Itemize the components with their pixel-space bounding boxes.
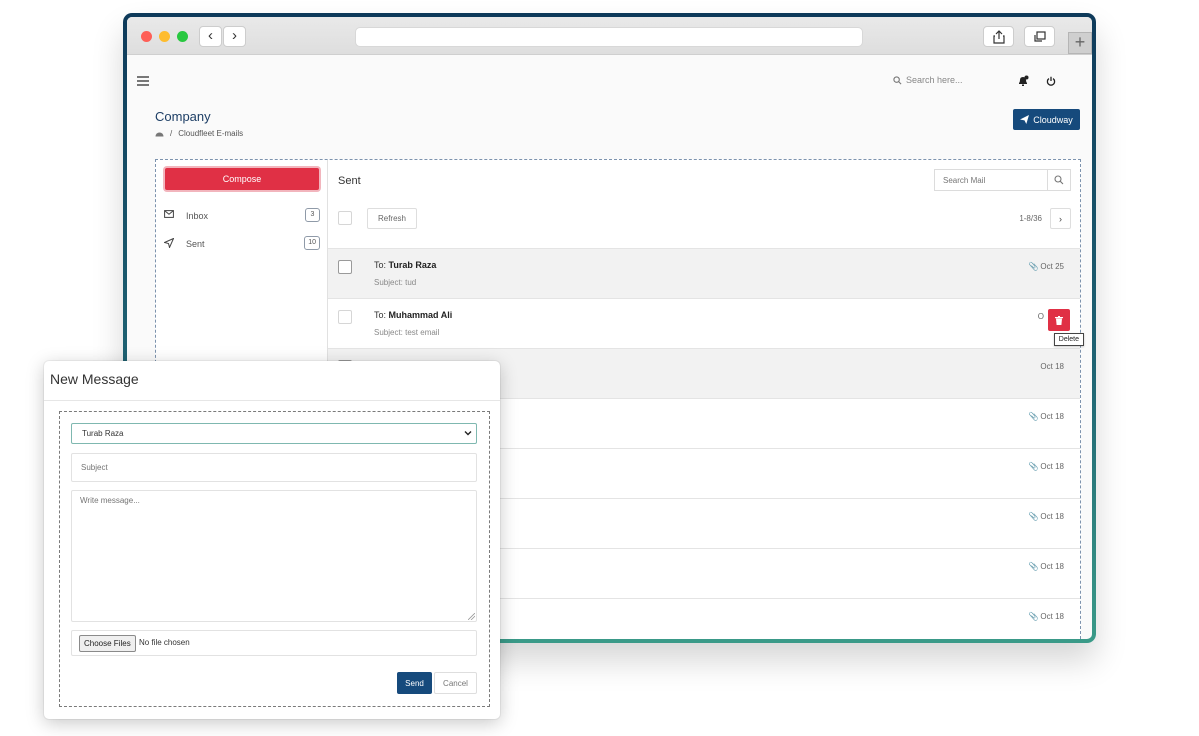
mail-search-button[interactable] [1047, 169, 1071, 191]
mail-date: 📎 Oct 18 [1028, 562, 1064, 571]
mail-date-text: Oct 18 [1040, 412, 1064, 421]
mail-date: Oct 18 [1040, 362, 1064, 371]
paper-plane-icon [1020, 115, 1030, 124]
search-icon [893, 75, 902, 84]
delete-button[interactable] [1048, 309, 1070, 331]
mail-to-prefix: To: [374, 260, 387, 270]
notification-bell-icon[interactable] [1017, 75, 1029, 87]
choose-files-button[interactable]: Choose Files [79, 635, 136, 652]
mail-to-name: Muhammad Ali [388, 310, 453, 320]
trash-icon [1055, 315, 1063, 325]
mail-to-name: Turab Raza [388, 260, 437, 270]
forward-button[interactable]: › [223, 26, 246, 47]
send-button[interactable]: Send [397, 672, 432, 694]
row-checkbox[interactable] [338, 260, 352, 274]
tabs-overview-button[interactable] [1024, 26, 1055, 47]
file-status-text: No file chosen [139, 638, 190, 647]
power-icon[interactable] [1046, 76, 1056, 86]
address-bar[interactable] [355, 27, 863, 47]
mail-date: O [1038, 312, 1044, 321]
share-button[interactable] [983, 26, 1014, 47]
breadcrumb-current: Cloudfleet E-mails [178, 129, 244, 138]
mail-search [934, 169, 1071, 191]
search-icon [1054, 175, 1064, 185]
cancel-button[interactable]: Cancel [434, 672, 477, 694]
resize-handle-icon[interactable] [468, 613, 475, 620]
folder-heading: Sent [338, 175, 361, 187]
paperclip-icon: 📎 [1028, 262, 1039, 271]
folder-inbox-count: 3 [305, 208, 320, 222]
recipient-select-value: Turab Raza [82, 429, 124, 438]
cloudway-button-label: Cloudway [1033, 114, 1073, 125]
mail-date: 📎 Oct 18 [1028, 462, 1064, 471]
folder-inbox-label: Inbox [186, 211, 209, 221]
select-all-checkbox[interactable] [338, 211, 352, 225]
mail-row[interactable]: To: Muhammad Ali Subject: test email O D… [328, 298, 1084, 348]
tabs-icon [1034, 31, 1046, 42]
modal-title: New Message [44, 361, 500, 401]
browser-toolbar: ‹ › + [127, 17, 1092, 55]
folder-sent-label: Sent [186, 239, 205, 249]
message-textarea[interactable] [71, 490, 477, 622]
close-window-button[interactable] [141, 31, 152, 42]
back-button[interactable]: ‹ [199, 26, 222, 47]
header-search-placeholder: Search here... [906, 75, 963, 85]
mail-subject: Subject: tud [374, 278, 417, 287]
dashboard-icon[interactable] [155, 130, 164, 137]
mail-search-input[interactable] [934, 169, 1047, 191]
new-message-form: Turab Raza Choose Files No file chosen S… [59, 411, 490, 707]
recipient-select[interactable]: Turab Raza [71, 423, 477, 444]
mail-recipient: To: Turab Raza [374, 260, 436, 270]
minimize-window-button[interactable] [159, 31, 170, 42]
mail-date: 📎 Oct 18 [1028, 612, 1064, 621]
pagination-info: 1-8/36 [1019, 214, 1042, 223]
mail-recipient: To: Muhammad Ali [374, 310, 452, 320]
file-upload-field: Choose Files No file chosen [71, 630, 477, 656]
new-tab-button[interactable]: + [1068, 32, 1092, 54]
folder-inbox[interactable]: Inbox 3 [164, 207, 320, 225]
mail-subject: Subject: test email [374, 328, 440, 337]
paperclip-icon: 📎 [1028, 462, 1039, 471]
mail-date-text: Oct 18 [1040, 362, 1064, 371]
mail-date-text: Oct 18 [1040, 612, 1064, 621]
refresh-button[interactable]: Refresh [367, 208, 417, 229]
mail-date-text: Oct 18 [1040, 462, 1064, 471]
menu-icon[interactable] [137, 76, 149, 88]
page-title: Company [155, 109, 211, 124]
mail-date: 📎 Oct 18 [1028, 412, 1064, 421]
breadcrumb-separator: / [170, 129, 173, 138]
header-search[interactable]: Search here... [893, 75, 963, 85]
paperclip-icon: 📎 [1028, 512, 1039, 521]
folder-sent-count: 10 [304, 236, 320, 250]
new-message-modal: New Message Turab Raza Choose Files No f… [44, 361, 500, 719]
paperclip-icon: 📎 [1028, 412, 1039, 421]
mail-date-text: Oct 18 [1040, 562, 1064, 571]
maximize-window-button[interactable] [177, 31, 188, 42]
paperclip-icon: 📎 [1028, 612, 1039, 621]
breadcrumb: / Cloudfleet E-mails [155, 129, 243, 138]
mail-date-text: Oct 18 [1040, 512, 1064, 521]
mail-date: 📎 Oct 18 [1028, 512, 1064, 521]
mail-date: 📎 Oct 25 [1028, 262, 1064, 271]
mail-to-prefix: To: [374, 310, 387, 320]
compose-button[interactable]: Compose [165, 168, 319, 190]
send-icon [164, 238, 174, 248]
mail-date-text: O [1037, 312, 1044, 321]
share-icon [993, 30, 1005, 44]
next-page-button[interactable]: › [1050, 208, 1071, 229]
delete-tooltip: Delete [1053, 333, 1084, 346]
subject-input[interactable] [71, 453, 477, 482]
envelope-icon [164, 210, 174, 218]
paperclip-icon: 📎 [1028, 562, 1039, 571]
folder-sent[interactable]: Sent 10 [164, 235, 320, 253]
mail-date-text: Oct 25 [1040, 262, 1064, 271]
row-checkbox[interactable] [338, 310, 352, 324]
cloudway-button[interactable]: Cloudway [1013, 109, 1080, 130]
chevron-down-icon [464, 431, 472, 436]
mail-row[interactable]: To: Turab Raza Subject: tud 📎 Oct 25 [328, 248, 1080, 298]
